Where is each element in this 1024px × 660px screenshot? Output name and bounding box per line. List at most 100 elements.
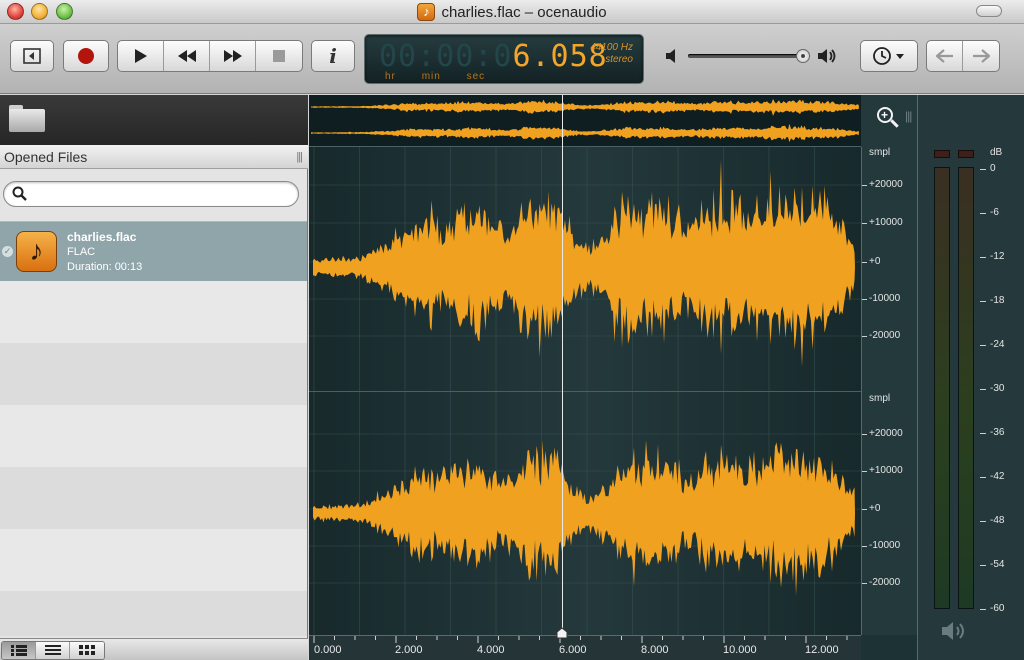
- back-button[interactable]: [927, 41, 963, 71]
- overview-waveform: [311, 98, 859, 143]
- db-tick: [980, 389, 986, 390]
- waveform-path: [313, 159, 855, 367]
- file-item-charlies[interactable]: ✓ ♪ charlies.flac FLAC Duration: 00:13: [0, 221, 307, 281]
- scale-label: -20000: [869, 577, 901, 588]
- tools-grip-icon[interactable]: |||: [905, 109, 912, 123]
- ruler-ticks: [313, 636, 848, 643]
- db-tick: [980, 301, 986, 302]
- sidebar-top-bar: [0, 95, 308, 145]
- sample-rate: 44100 Hz: [590, 42, 633, 53]
- sample-rate-display: 44100 Hz stereo: [590, 42, 633, 66]
- scale-tick: [862, 546, 867, 547]
- db-tick: [980, 565, 986, 566]
- window-title-wrap: ♪ charlies.flac – ocenaudio: [0, 0, 1024, 24]
- scale-label: +20000: [869, 179, 903, 190]
- unit-sec: sec: [466, 71, 486, 82]
- grid-view-button[interactable]: [70, 642, 104, 659]
- list-row-empty: [0, 281, 307, 343]
- audio-file-icon: ♪: [16, 231, 57, 272]
- playhead-cursor[interactable]: [562, 95, 564, 635]
- toolbar-toggle-button[interactable]: [976, 5, 1002, 17]
- db-label: -36: [990, 427, 1005, 438]
- speaker-icon[interactable]: [940, 620, 970, 642]
- volume-slider-track[interactable]: [688, 54, 808, 58]
- fast-forward-button[interactable]: [210, 41, 256, 71]
- rewind-button[interactable]: [164, 41, 210, 71]
- waveform-path: [313, 440, 855, 596]
- panel-grip-icon[interactable]: |||: [296, 151, 303, 163]
- opened-files-header: Opened Files |||: [0, 145, 308, 169]
- folder-icon[interactable]: [9, 105, 45, 132]
- speaker-icon-svg: [942, 622, 964, 640]
- list-row-empty: [0, 467, 307, 529]
- zoom-magnifier-icon[interactable]: +: [877, 107, 899, 129]
- scale-label: +20000: [869, 428, 903, 439]
- volume-slider-knob[interactable]: [796, 49, 810, 63]
- scale-label: +10000: [869, 217, 903, 228]
- db-label: -48: [990, 515, 1005, 526]
- waveform-path: [311, 98, 859, 116]
- scale-tick: [862, 336, 867, 337]
- arrow-left-icon: [935, 49, 953, 63]
- amplitude-scale: smpl +20000 +10000 +0 -10000 -20000 smpl…: [861, 147, 917, 635]
- history-menu-button[interactable]: [860, 40, 918, 72]
- scale-unit-bottom: smpl: [869, 393, 891, 404]
- time-label: 6.000: [559, 644, 587, 656]
- window-title: charlies.flac – ocenaudio: [441, 3, 607, 21]
- clip-indicator-left: [934, 150, 950, 158]
- detail-list-view-button[interactable]: [2, 642, 36, 659]
- scale-unit-top: smpl: [869, 147, 891, 158]
- db-label: 0: [990, 163, 996, 174]
- db-tick: [980, 433, 986, 434]
- sidebar: Opened Files ||| ✓ ♪ charlies.flac FLAC …: [0, 95, 308, 660]
- volume-control: [664, 46, 840, 66]
- clip-indicator-right: [958, 150, 974, 158]
- transport-controls: [117, 40, 303, 72]
- time-label: 12.000: [805, 644, 839, 656]
- search-input[interactable]: [30, 185, 290, 203]
- record-icon: [78, 48, 94, 64]
- db-tick: [980, 257, 986, 258]
- info-button[interactable]: i: [311, 40, 355, 72]
- db-label: -24: [990, 339, 1005, 350]
- forward-button[interactable]: [963, 41, 999, 71]
- scale-label: +0: [869, 256, 881, 267]
- db-label: -42: [990, 471, 1005, 482]
- clock-icon: [873, 47, 904, 65]
- waveform-overview[interactable]: [309, 95, 861, 147]
- playhead-marker-icon[interactable]: [556, 627, 568, 639]
- play-icon: [134, 49, 147, 63]
- search-icon: [12, 186, 27, 201]
- db-label: -12: [990, 251, 1005, 262]
- time-ruler[interactable]: 0.000 2.000 4.000 6.000 8.000 10.000 12.…: [309, 635, 861, 660]
- title-bar: ♪ charlies.flac – ocenaudio: [0, 0, 1024, 24]
- list-row-empty: [0, 343, 307, 405]
- unit-min: min: [421, 71, 441, 82]
- time-label: 10.000: [723, 644, 757, 656]
- sidebar-footer: [0, 638, 308, 660]
- toggle-sidebar-button[interactable]: [10, 40, 54, 72]
- speaker-mute-icon[interactable]: [664, 47, 682, 65]
- channel-mode: stereo: [605, 54, 633, 65]
- scale-tick: [862, 509, 867, 510]
- scale-label: +0: [869, 503, 881, 514]
- search-field[interactable]: [3, 181, 299, 207]
- play-button[interactable]: [118, 41, 164, 71]
- file-type: FLAC: [67, 246, 96, 258]
- db-label: -54: [990, 559, 1005, 570]
- scale-tick: [862, 262, 867, 263]
- db-label: -60: [990, 603, 1005, 614]
- navigation-controls: [926, 40, 1000, 72]
- stop-button[interactable]: [256, 41, 302, 71]
- db-tick: [980, 345, 986, 346]
- music-note-icon: ♪: [417, 3, 436, 21]
- record-button[interactable]: [63, 40, 109, 72]
- list-view-button[interactable]: [36, 642, 70, 659]
- scale-tick: [862, 299, 867, 300]
- waveform-canvas[interactable]: [309, 147, 861, 635]
- list-row-empty: [0, 529, 307, 591]
- toolbar: i 00:00:06.058 hr min sec 44100 Hz stere…: [0, 24, 1024, 94]
- channel-separator: [309, 391, 861, 392]
- speaker-loud-icon[interactable]: [816, 47, 838, 65]
- time-units: hr min sec: [385, 71, 507, 82]
